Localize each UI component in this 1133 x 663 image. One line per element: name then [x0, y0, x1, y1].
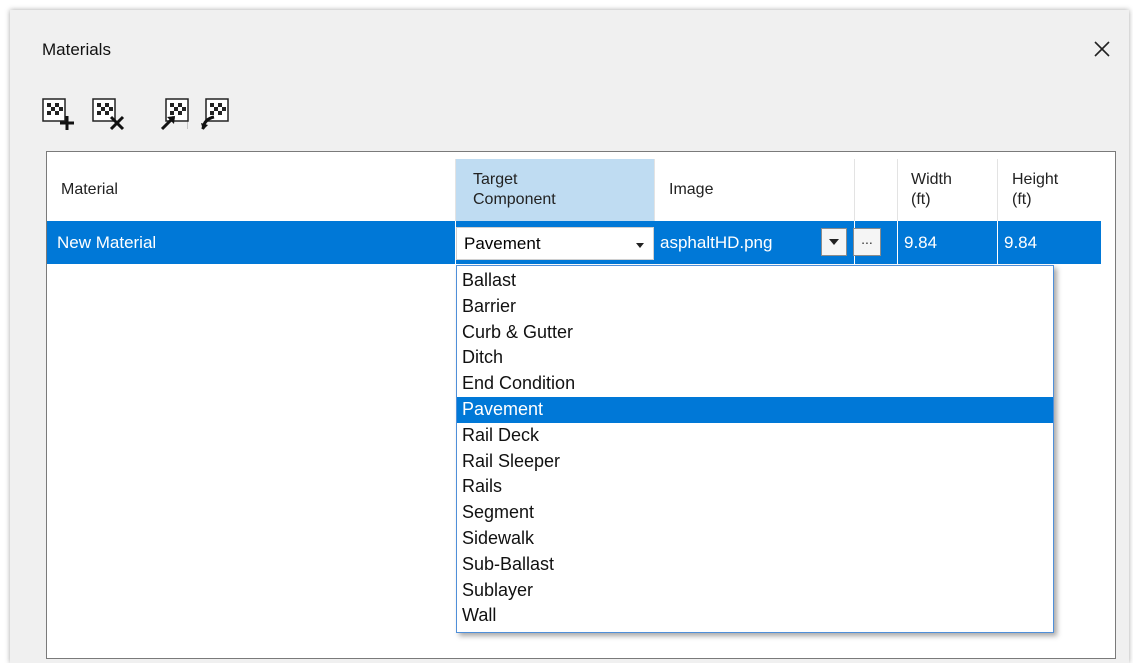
grid-header: Material Target Component Image Width (f…: [47, 159, 1115, 221]
target-component-dropdown-list: Ballast Barrier Curb & Gutter Ditch End …: [456, 265, 1054, 633]
close-icon[interactable]: [1087, 34, 1117, 64]
column-header-label: Width (ft): [911, 171, 952, 208]
column-header-browse[interactable]: [855, 159, 898, 221]
dropdown-arrow-icon: [829, 239, 839, 245]
dropdown-option[interactable]: Ditch: [457, 345, 1053, 371]
column-header-label: Target Component: [473, 171, 556, 208]
export-material-icon[interactable]: [198, 95, 234, 133]
dropdown-option[interactable]: Rail Deck: [457, 423, 1053, 449]
dropdown-option[interactable]: Barrier: [457, 294, 1053, 320]
materials-grid: Material Target Component Image Width (f…: [46, 151, 1116, 659]
column-header-label: Height (ft): [1012, 171, 1059, 208]
column-header-height[interactable]: Height (ft): [998, 159, 1101, 221]
column-header-width[interactable]: Width (ft): [898, 159, 998, 221]
column-header-label: Image: [669, 181, 714, 198]
import-material-icon[interactable]: [158, 95, 194, 133]
dropdown-option[interactable]: Rail Sleeper: [457, 449, 1053, 475]
dropdown-arrow-icon[interactable]: [633, 237, 647, 251]
dropdown-option[interactable]: End Condition: [457, 371, 1053, 397]
dropdown-option[interactable]: Rails: [457, 474, 1053, 500]
column-header-target-component[interactable]: Target Component: [456, 159, 655, 221]
column-header-material[interactable]: Material: [47, 159, 456, 221]
dropdown-option[interactable]: Sublayer: [457, 578, 1053, 604]
dropdown-option-selected[interactable]: Pavement: [457, 396, 1053, 423]
target-component-value: Pavement: [464, 233, 541, 253]
delete-material-icon[interactable]: [90, 95, 126, 133]
dropdown-option[interactable]: Curb & Gutter: [457, 320, 1053, 346]
dropdown-option[interactable]: Wall: [457, 603, 1053, 629]
dropdown-option[interactable]: Segment: [457, 500, 1053, 526]
material-cell[interactable]: New Material: [47, 221, 456, 264]
image-dropdown-button[interactable]: [821, 228, 847, 256]
height-cell[interactable]: 9.84: [998, 221, 1101, 264]
image-value: asphaltHD.png: [660, 232, 773, 252]
browse-image-button[interactable]: ...: [853, 228, 881, 256]
dropdown-option[interactable]: Sidewalk: [457, 526, 1053, 552]
dialog-title: Materials: [42, 40, 111, 59]
target-component-select[interactable]: Pavement: [456, 227, 654, 260]
column-header-label: Material: [61, 181, 118, 198]
dropdown-option[interactable]: Sub-Ballast: [457, 552, 1053, 578]
dropdown-option[interactable]: Ballast: [457, 268, 1053, 294]
add-material-icon[interactable]: [40, 95, 76, 133]
column-header-image[interactable]: Image: [655, 159, 855, 221]
width-cell[interactable]: 9.84: [898, 221, 998, 264]
